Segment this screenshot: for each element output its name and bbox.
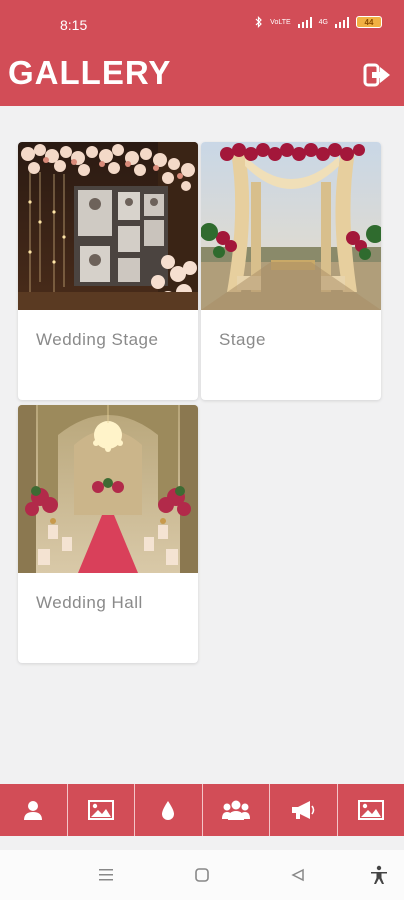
system-nav-bar (0, 850, 404, 900)
image-icon (87, 800, 114, 820)
menu-button[interactable] (95, 864, 117, 886)
battery-icon: 44 (356, 16, 382, 28)
bottom-nav (0, 784, 404, 836)
user-icon (24, 801, 43, 820)
status-bar: 8:15 VoLTE 4G 44 (0, 0, 404, 42)
status-icons: VoLTE 4G 44 (255, 16, 382, 28)
bluetooth-icon (255, 16, 263, 28)
accessibility-icon (371, 865, 387, 884)
drop-icon (162, 801, 175, 820)
image-icon (357, 800, 384, 820)
page-title: GALLERY (8, 54, 172, 91)
home-icon (195, 868, 209, 882)
group-icon (221, 800, 250, 820)
app-bar: GALLERY (0, 42, 404, 106)
accessibility-button[interactable] (368, 864, 390, 886)
megaphone-icon (292, 801, 315, 819)
stage-photo (201, 142, 381, 310)
wedding-hall-photo (18, 405, 198, 573)
gallery-card-label: Wedding Stage (36, 330, 159, 349)
gallery-card-label: Stage (219, 330, 266, 349)
logout-icon (363, 63, 390, 87)
gallery-card-stage[interactable]: Stage (201, 142, 381, 400)
nav-gallery[interactable] (68, 784, 135, 836)
home-button[interactable] (191, 864, 213, 886)
gallery-card-label: Wedding Hall (36, 593, 143, 612)
back-button[interactable] (287, 864, 309, 886)
nav-profile[interactable] (0, 784, 68, 836)
menu-icon (99, 869, 113, 881)
wedding-stage-photo (18, 142, 198, 310)
signal-icon-2 (335, 16, 349, 28)
network-speed-label: VoLTE (270, 18, 291, 26)
nav-group[interactable] (203, 784, 270, 836)
nav-drop[interactable] (135, 784, 203, 836)
status-time: 8:15 (60, 17, 88, 33)
nav-announcements[interactable] (270, 784, 338, 836)
signal-icon (297, 16, 312, 28)
gallery-card-wedding-stage[interactable]: Wedding Stage (18, 142, 198, 400)
gallery-card-wedding-hall[interactable]: Wedding Hall (18, 405, 198, 663)
logout-button[interactable] (362, 60, 392, 90)
network-type-label: 4G (318, 18, 328, 26)
nav-gallery-2[interactable] (338, 784, 404, 836)
back-icon (291, 868, 304, 882)
